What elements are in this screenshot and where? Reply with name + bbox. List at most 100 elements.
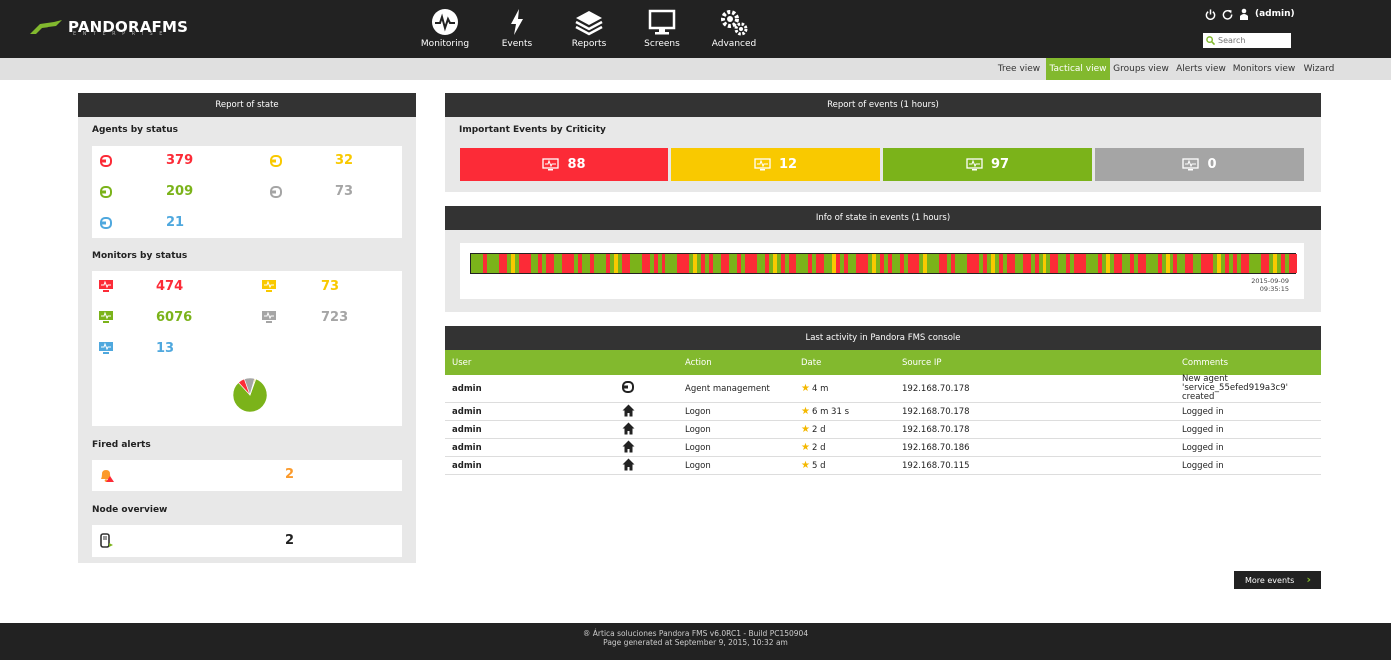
events-normal-count: 97 [990,157,1010,172]
nav-monitoring[interactable]: Monitoring [415,8,475,49]
monitors-pie-chart[interactable] [232,377,268,413]
col-comments[interactable]: Comments [1175,350,1321,375]
tab-alerts-view[interactable]: Alerts view [1175,58,1227,80]
tab-tree-view[interactable]: Tree view [995,58,1043,80]
tab-monitors-view[interactable]: Monitors view [1232,58,1296,80]
nav-screens[interactable]: Screens [632,8,692,49]
user-icon[interactable] [1239,8,1249,20]
pandora-logo[interactable]: PANDORAFMS ENTERPRISE [30,16,188,38]
star-icon: ★ [801,424,810,435]
col-date[interactable]: Date [794,350,895,375]
fired-alerts-bell[interactable] [99,468,115,482]
agent-notinit-icon [100,217,112,229]
col-source-ip[interactable]: Source IP [895,350,1175,375]
monitors-notinit-count[interactable]: 13 [156,341,174,356]
agents-notinit-count[interactable]: 21 [166,215,184,230]
agents-warning[interactable] [270,155,282,167]
table-row[interactable]: admin Logon ★ 2 d 192.168.70.178 Logged i… [445,420,1321,439]
events-unknown-count: 0 [1207,157,1217,172]
monitors-by-status-title: Monitors by status [92,251,188,261]
table-row[interactable]: admin Logon ★ 2 d 192.168.70.186 Logged i… [445,438,1321,457]
row-action: Logon [678,438,794,457]
monitors-warning-count[interactable]: 73 [321,279,339,294]
row-user: admin [445,402,578,421]
row-comment: Logged in [1175,438,1321,457]
tab-wizard[interactable]: Wizard [1300,58,1338,80]
agents-notinit[interactable] [100,217,112,229]
agents-unknown-count[interactable]: 73 [335,184,353,199]
monitors-normal[interactable] [99,311,113,323]
events-bolt-icon [511,9,523,35]
activity-table: User Action Date Source IP Comments admi… [445,350,1321,475]
row-ip: 192.168.70.178 [895,375,1175,403]
events-warning-bar[interactable]: 12 [671,148,880,181]
row-action: Logon [678,420,794,439]
row-comment: New agent 'service_55efed919a3c9' create… [1175,375,1321,403]
monitors-critical[interactable] [99,280,113,292]
search-box[interactable] [1203,33,1291,48]
refresh-icon[interactable] [1222,9,1233,20]
nav-events[interactable]: Events [487,8,547,49]
monitors-critical-count[interactable]: 474 [156,279,183,294]
row-icon-cell [578,402,678,421]
star-icon: ★ [801,406,810,417]
row-date-cell: ★ 2 d [794,420,895,439]
more-events-button[interactable]: More events › [1234,571,1321,589]
state-segment [1292,254,1297,273]
nav-reports[interactable]: Reports [559,8,619,49]
row-user: admin [445,456,578,475]
agents-unknown[interactable] [270,186,282,198]
user-name[interactable]: (admin) [1255,9,1295,19]
col-action[interactable]: Action [678,350,794,375]
agents-critical[interactable] [100,155,112,167]
monitor-events-icon [966,157,983,170]
events-critical-bar[interactable]: 88 [460,148,668,181]
node-server-icon [100,533,113,548]
node-overview-title: Node overview [92,505,168,515]
monitors-unknown[interactable] [262,311,276,323]
power-icon[interactable] [1205,8,1216,20]
row-user: admin [445,438,578,457]
monitors-unknown-count[interactable]: 723 [321,310,348,325]
row-comment: Logged in [1175,456,1321,475]
nav-advanced[interactable]: Advanced [704,8,764,49]
house-icon [622,458,634,470]
row-date-cell: ★ 6 m 31 s [794,402,895,421]
monitors-notinit[interactable] [99,342,113,354]
table-row[interactable]: admin Logon ★ 5 d 192.168.70.115 Logged i… [445,456,1321,475]
table-row[interactable]: admin Agent management ★ 4 m 192.168.70.1… [445,375,1321,403]
events-normal-bar[interactable]: 97 [883,148,1092,181]
monitor-unknown-icon [262,311,276,323]
tab-groups-view[interactable]: Groups view [1112,58,1170,80]
tab-tactical-view[interactable]: Tactical view [1046,58,1110,80]
agents-normal[interactable] [100,186,112,198]
row-action: Logon [678,402,794,421]
events-unknown-bar[interactable]: 0 [1095,148,1304,181]
monitors-normal-count[interactable]: 6076 [156,310,192,325]
row-user: admin [445,375,578,403]
activity-table-header: User Action Date Source IP Comments [445,350,1321,375]
view-tabs: Tree view Tactical view Groups view Aler… [0,58,1391,80]
fired-alerts-count[interactable]: 2 [285,467,294,482]
agent-critical-icon [100,155,112,167]
agents-normal-count[interactable]: 209 [166,184,193,199]
nav-advanced-label: Advanced [711,39,757,49]
reports-stack-icon [575,11,603,36]
report-of-events-header: Report of events (1 hours) [445,93,1321,117]
row-icon-cell [578,456,678,475]
state-event-strip[interactable] [470,253,1297,274]
node-overview-count[interactable]: 2 [285,533,294,548]
row-icon-cell [578,375,678,403]
search-input[interactable] [1218,36,1288,45]
monitor-events-icon [1182,157,1200,170]
agents-critical-count[interactable]: 379 [166,153,193,168]
footer-generated: Page generated at September 9, 2015, 10:… [603,638,788,647]
house-icon [622,404,634,416]
row-comment: Logged in [1175,402,1321,421]
row-user: admin [445,420,578,439]
monitors-warning[interactable] [262,280,276,292]
col-user[interactable]: User [445,350,578,375]
agents-warning-count[interactable]: 32 [335,153,353,168]
table-row[interactable]: admin Logon ★ 6 m 31 s 192.168.70.178 Log… [445,402,1321,421]
node-overview-icon-cell[interactable] [100,533,114,549]
